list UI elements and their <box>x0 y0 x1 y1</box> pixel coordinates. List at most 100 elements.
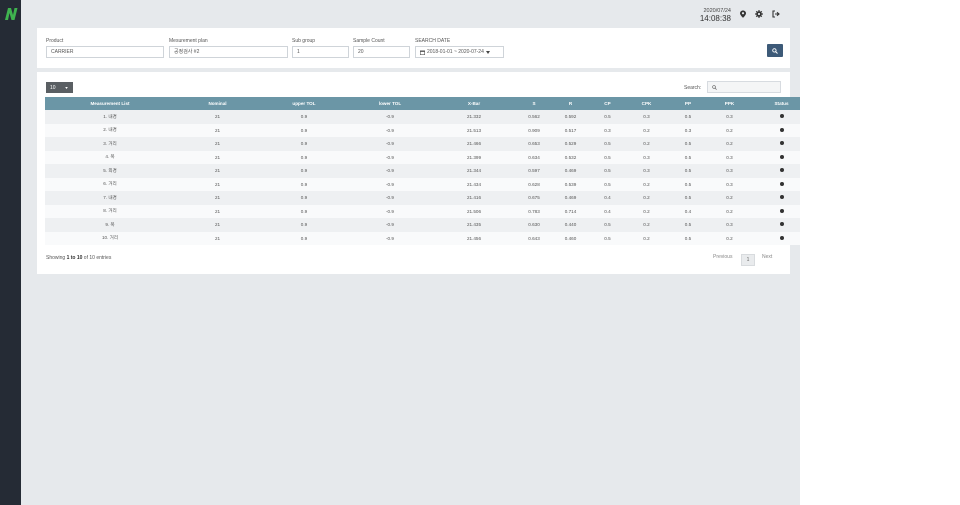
page-length-value: 10 <box>50 85 56 91</box>
column-header[interactable]: CPK <box>626 97 667 110</box>
status-dot-icon[interactable] <box>779 114 784 119</box>
plan-input[interactable]: 공정검사 #2 <box>169 46 288 58</box>
sample-count-input[interactable]: 20 <box>353 46 410 58</box>
search-button[interactable] <box>767 44 783 57</box>
table-cell: 0.9 <box>260 123 348 137</box>
info-range: 1 to 10 <box>66 255 83 261</box>
table-cell: 0.529 <box>552 137 589 151</box>
map-pin-icon[interactable] <box>739 10 747 18</box>
table-cell: 0.2 <box>709 123 750 137</box>
table-cell: 0.3 <box>709 110 750 124</box>
blank-area <box>800 0 960 505</box>
table-panel: 10 Search: Measurement List Nominal uppe… <box>37 72 813 274</box>
table-row[interactable]: 7. 내경 21 0.9 -0.9 21.416 0.675 0.469 0.4 0.2 0.5 0… <box>45 191 813 205</box>
table-cell: 2. 내경 <box>45 123 175 137</box>
column-header[interactable]: upper TOL <box>260 97 348 110</box>
status-dot-icon[interactable] <box>779 127 784 132</box>
table-cell: 0.5 <box>589 164 626 178</box>
search-icon <box>712 85 717 90</box>
table-cell: -0.9 <box>348 123 432 137</box>
table-cell: -0.9 <box>348 204 432 218</box>
status-dot-icon[interactable] <box>779 168 784 173</box>
measurement-table: Measurement List Nominal upper TOL lower… <box>45 97 813 245</box>
column-header[interactable]: X-Bar <box>432 97 516 110</box>
calendar-icon <box>420 50 425 55</box>
table-cell: 0.675 <box>516 191 552 205</box>
status-dot-icon[interactable] <box>779 181 784 186</box>
column-header[interactable]: S <box>516 97 552 110</box>
table-row[interactable]: 3. 거리 21 0.9 -0.9 21.466 0.653 0.529 0.5 0.2 0.5 0… <box>45 137 813 151</box>
sidebar <box>0 0 21 505</box>
status-dot-icon[interactable] <box>779 208 784 213</box>
column-header[interactable]: CP <box>589 97 626 110</box>
table-cell: 6. 거리 <box>45 177 175 191</box>
sample-count-label: Sample Count <box>353 38 385 44</box>
previous-page-button[interactable]: Previous <box>713 254 732 260</box>
table-cell: 0.2 <box>709 137 750 151</box>
table-row[interactable]: 8. 거리 21 0.9 -0.9 21.506 0.783 0.714 0.4 0.2 0.4 0… <box>45 204 813 218</box>
status-dot-icon[interactable] <box>779 222 784 227</box>
column-header[interactable]: lower TOL <box>348 97 432 110</box>
table-row[interactable]: 4. 폭 21 0.9 -0.9 21.399 0.634 0.532 0.5 0.3 0.5 0.… <box>45 150 813 164</box>
table-cell: 21 <box>175 177 260 191</box>
table-cell: 0.469 <box>552 191 589 205</box>
table-row[interactable]: 10. 거리 21 0.9 -0.9 21.456 0.643 0.460 0.5 0.2 0.5… <box>45 231 813 245</box>
table-cell: 0.2 <box>626 218 667 232</box>
status-dot-icon[interactable] <box>779 141 784 146</box>
table-cell: 0.5 <box>667 110 709 124</box>
header-time: 14:08:38 <box>699 14 731 23</box>
table-cell: 21.466 <box>432 137 516 151</box>
table-cell: 21 <box>175 137 260 151</box>
table-cell: 0.643 <box>516 231 552 245</box>
table-cell: 0.9 <box>260 110 348 124</box>
table-cell: 3. 거리 <box>45 137 175 151</box>
table-row[interactable]: 1. 내경 21 0.9 -0.9 21.332 0.562 0.592 0.5 0.3 0.5 0… <box>45 110 813 124</box>
table-cell: 0.630 <box>516 218 552 232</box>
gear-icon[interactable] <box>755 10 763 18</box>
table-row[interactable]: 6. 거리 21 0.9 -0.9 21.434 0.628 0.539 0.5 0.2 0.5 0… <box>45 177 813 191</box>
table-info: Showing 1 to 10 of 10 entries <box>46 255 111 261</box>
table-search-input[interactable] <box>707 81 781 93</box>
page-length-select[interactable]: 10 <box>46 82 73 93</box>
table-header-row: Measurement List Nominal upper TOL lower… <box>45 97 813 110</box>
status-dot-icon[interactable] <box>779 154 784 159</box>
table-cell: 21 <box>175 164 260 178</box>
next-page-button[interactable]: Next <box>762 254 772 260</box>
plan-label: Mesurement plan <box>169 38 208 44</box>
page-1-button[interactable]: 1 <box>741 254 755 266</box>
table-cell: 0.909 <box>516 123 552 137</box>
table-cell: 0.469 <box>552 164 589 178</box>
table-cell: 0.5 <box>667 177 709 191</box>
product-label: Product <box>46 38 64 44</box>
table-cell: 0.9 <box>260 218 348 232</box>
table-cell: 0.4 <box>589 204 626 218</box>
column-header[interactable]: R <box>552 97 589 110</box>
status-dot-icon[interactable] <box>779 195 784 200</box>
column-header[interactable]: PPK <box>709 97 750 110</box>
table-cell: 0.9 <box>260 177 348 191</box>
column-header[interactable]: Nominal <box>175 97 260 110</box>
table-cell: 0.5 <box>667 218 709 232</box>
table-cell: 0.5 <box>589 150 626 164</box>
table-cell: 0.4 <box>589 191 626 205</box>
table-row[interactable]: 5. 외경 21 0.9 -0.9 21.344 0.597 0.469 0.5 0.3 0.5 0… <box>45 164 813 178</box>
table-cell: 21.416 <box>432 191 516 205</box>
table-cell: 21.506 <box>432 204 516 218</box>
table-cell: -0.9 <box>348 164 432 178</box>
table-cell: 0.562 <box>516 110 552 124</box>
info-prefix: Showing <box>46 255 67 261</box>
table-row[interactable]: 9. 폭 21 0.9 -0.9 21.435 0.630 0.440 0.5 0.2 0.5 0.… <box>45 218 813 232</box>
subgroup-input[interactable]: 1 <box>292 46 349 58</box>
table-cell: 0.3 <box>667 123 709 137</box>
column-header[interactable]: Measurement List <box>45 97 175 110</box>
product-input[interactable]: CARRIER <box>46 46 164 58</box>
table-cell: 0.597 <box>516 164 552 178</box>
logout-icon[interactable] <box>772 10 780 18</box>
table-row[interactable]: 2. 내경 21 0.9 -0.9 21.513 0.909 0.517 0.3 0.2 0.3 0… <box>45 123 813 137</box>
status-dot-icon[interactable] <box>779 235 784 240</box>
table-cell: 0.9 <box>260 231 348 245</box>
logo-icon[interactable] <box>4 7 18 21</box>
search-date-picker[interactable]: 2018-01-01 ~ 2020-07-24 <box>415 46 504 58</box>
caret-down-icon <box>65 86 68 89</box>
column-header[interactable]: PP <box>667 97 709 110</box>
